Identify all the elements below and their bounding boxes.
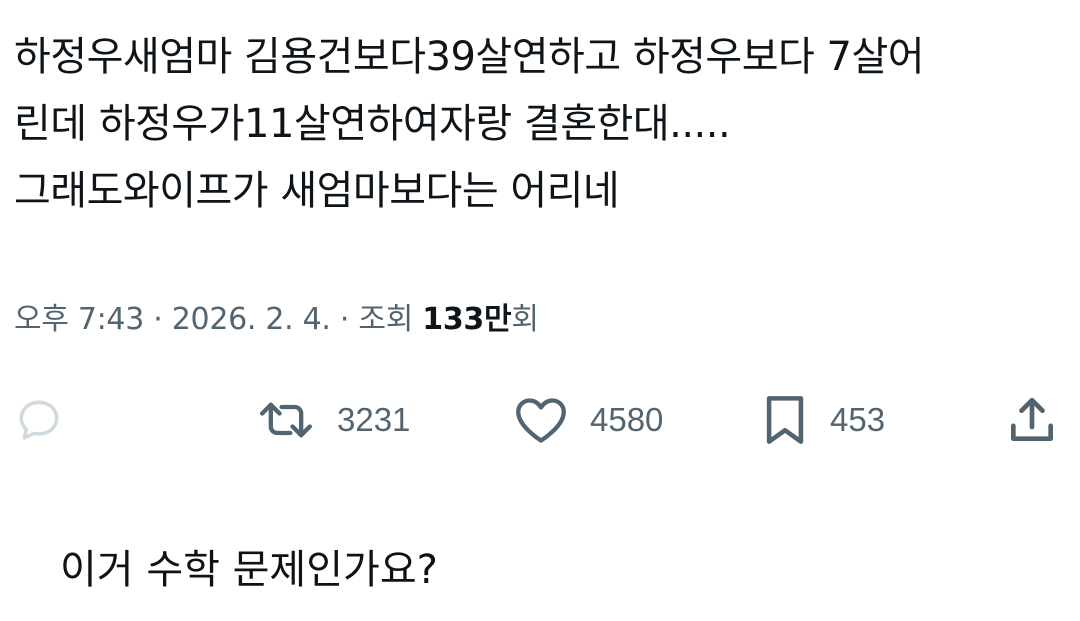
tweet-text: 하정우새엄마 김용건보다39살연하고 하정우보다 7살어 린데 하정우가11살연…: [14, 24, 1064, 225]
tweet-text-line: 그래도와이프가 새엄마보다는 어리네: [14, 168, 620, 214]
tweet-text-line: 린데 하정우가11살연하여자랑 결혼한대.....: [14, 101, 731, 147]
retweet-icon: [255, 394, 317, 446]
views-suffix: 회: [511, 302, 539, 337]
views-count: 133만: [422, 302, 512, 337]
bookmark-button[interactable]: 453: [760, 390, 885, 450]
views-label: 조회: [358, 302, 414, 337]
like-button[interactable]: 4580: [512, 390, 663, 450]
reply-icon: [14, 395, 64, 445]
meta-separator: ·: [339, 302, 350, 337]
bookmark-icon: [760, 392, 810, 448]
meta-separator: ·: [153, 302, 163, 337]
tweet-actions: 3231 4580 453: [0, 390, 1080, 450]
heart-icon: [512, 394, 570, 446]
bookmark-count: 453: [830, 401, 886, 438]
retweet-button[interactable]: 3231: [255, 390, 410, 450]
retweet-count: 3231: [337, 401, 411, 438]
tweet-meta: 오후 7:43 · 2026. 2. 4. · 조회 133만회: [14, 296, 539, 344]
question-caption: 이거 수학 문제인가요?: [60, 547, 438, 593]
tweet-text-line: 하정우새엄마 김용건보다39살연하고 하정우보다 7살어: [14, 34, 925, 80]
like-count: 4580: [590, 401, 664, 438]
tweet-time[interactable]: 오후 7:43: [14, 302, 144, 337]
share-icon: [1004, 392, 1060, 448]
reply-button[interactable]: [14, 390, 64, 450]
share-button[interactable]: [1004, 390, 1060, 450]
tweet-date[interactable]: 2026. 2. 4.: [172, 302, 331, 337]
